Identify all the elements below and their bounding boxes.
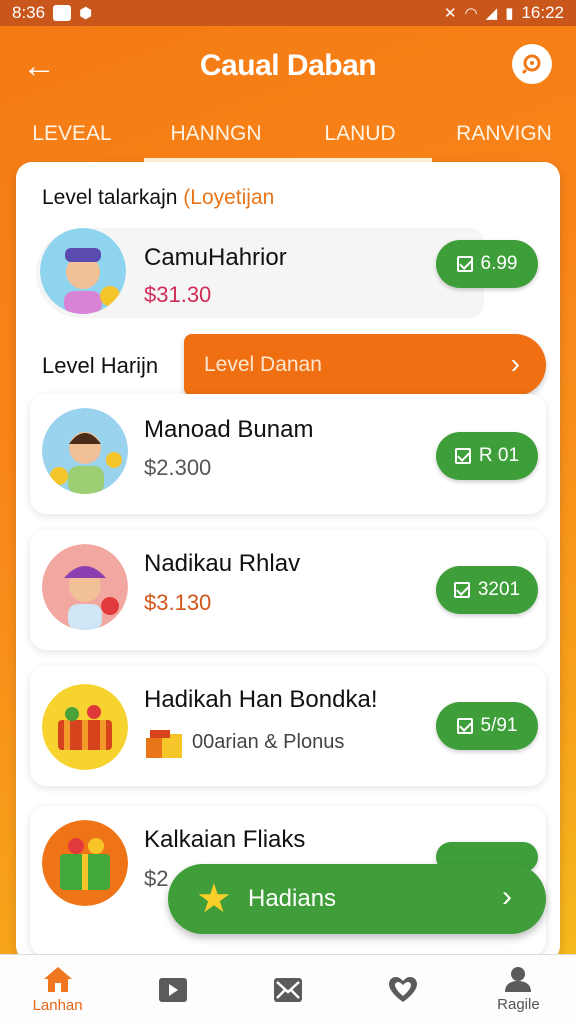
checkbox-icon [454, 448, 471, 464]
nav-profile[interactable]: Ragile [461, 955, 576, 1024]
tab-hanngn[interactable]: HANNGN [144, 110, 288, 162]
buy-button[interactable]: 6.99 [436, 240, 538, 288]
section-heading: Level talarkajn (Loyetijan [42, 186, 274, 210]
chevron-right-icon: › [502, 880, 512, 913]
search-icon [521, 54, 541, 75]
wifi-icon: ◠ [464, 5, 478, 22]
cta-label: Hadians [248, 885, 337, 912]
buy-button[interactable]: R 01 [436, 432, 538, 480]
avatar [42, 544, 128, 630]
tab-bar: LEVEAL HANNGN LANUD RANVIGN [0, 110, 576, 162]
heart-icon [389, 976, 418, 1002]
checkbox-icon [453, 582, 470, 598]
profile-icon [505, 967, 532, 992]
avatar [42, 684, 128, 770]
buy-button-label: 3201 [477, 579, 521, 600]
buy-button[interactable]: 3201 [436, 566, 538, 614]
bottom-navigation: Lanhan Ragile [0, 954, 576, 1024]
home-icon [43, 967, 72, 992]
item-subtitle: 00arian & Plonus [192, 731, 345, 753]
level-banner-label: Level Danan [204, 353, 322, 376]
page-title: Caual Daban [199, 49, 377, 82]
gift-box-icon [144, 724, 184, 760]
avatar [42, 408, 128, 494]
item-price: $2 [144, 866, 169, 891]
status-bar: 8:36 ⬢ ✕ ◠ ◢ ▮ 16:22 [0, 0, 576, 26]
play-icon [158, 977, 187, 1002]
nav-home-label: Lanhan [32, 997, 83, 1014]
buy-button-label: 5/91 [480, 715, 518, 736]
item-name: Kalkaian Fliaks [144, 826, 306, 853]
tab-lanud[interactable]: LANUD [288, 110, 432, 162]
status-time-right: 16:22 [521, 3, 564, 22]
checkbox-icon [456, 256, 473, 272]
tab-ranvign[interactable]: RANVIGN [432, 110, 576, 162]
hadians-cta-button[interactable]: ★ Hadians › [168, 864, 546, 934]
item-price: $3.130 [144, 590, 212, 615]
avatar [40, 228, 126, 314]
girl-with-hat-avatar-icon [42, 544, 128, 630]
alert-icon: ⬢ [79, 5, 93, 22]
level-banner-button[interactable]: Level Danan › [184, 334, 546, 396]
boy-with-hat-avatar-icon [40, 228, 126, 314]
section-heading-label: Level talarkajn [42, 186, 178, 209]
buy-button-label: R 01 [478, 445, 520, 466]
nav-play[interactable] [115, 955, 230, 1024]
chevron-right-icon: › [510, 348, 520, 379]
item-name: Manoad Bunam [144, 416, 314, 443]
item-name: Nadikau Rhlav [144, 550, 301, 577]
signal-icon: ◢ [485, 5, 498, 22]
mute-icon: ✕ [443, 5, 457, 22]
item-price: $31.30 [144, 282, 212, 307]
buy-button-label: 6.99 [480, 253, 518, 274]
app-header: ← Caual Daban [0, 26, 576, 106]
star-icon: ★ [196, 877, 232, 921]
item-name: CamuHahrior [144, 244, 287, 271]
envelope-icon [274, 977, 302, 1002]
item-price: $2.300 [144, 455, 212, 480]
basket-icon [42, 684, 128, 770]
checkbox-icon [456, 718, 473, 734]
section-heading-accent: (Loyetijan [183, 186, 275, 209]
search-button[interactable] [512, 44, 552, 84]
nav-profile-label: Ragile [497, 996, 540, 1013]
nav-home[interactable]: Lanhan [0, 955, 115, 1024]
tab-leveal[interactable]: LEVEAL [0, 110, 144, 162]
buy-button[interactable]: 5/91 [436, 702, 538, 750]
boy-with-coins-avatar-icon [42, 408, 128, 494]
back-arrow-icon[interactable]: ← [22, 48, 58, 84]
status-time-left: 8:36 [12, 3, 46, 22]
gift-basket-icon [42, 820, 128, 906]
battery-icon: ▮ [505, 5, 514, 22]
section-label: Level Harijn [42, 353, 159, 378]
nav-messages[interactable] [230, 955, 345, 1024]
avatar [42, 820, 128, 906]
item-name: Hadikah Han Bondka! [144, 686, 378, 713]
nav-favorites[interactable] [346, 955, 461, 1024]
notification-icon [53, 5, 72, 21]
